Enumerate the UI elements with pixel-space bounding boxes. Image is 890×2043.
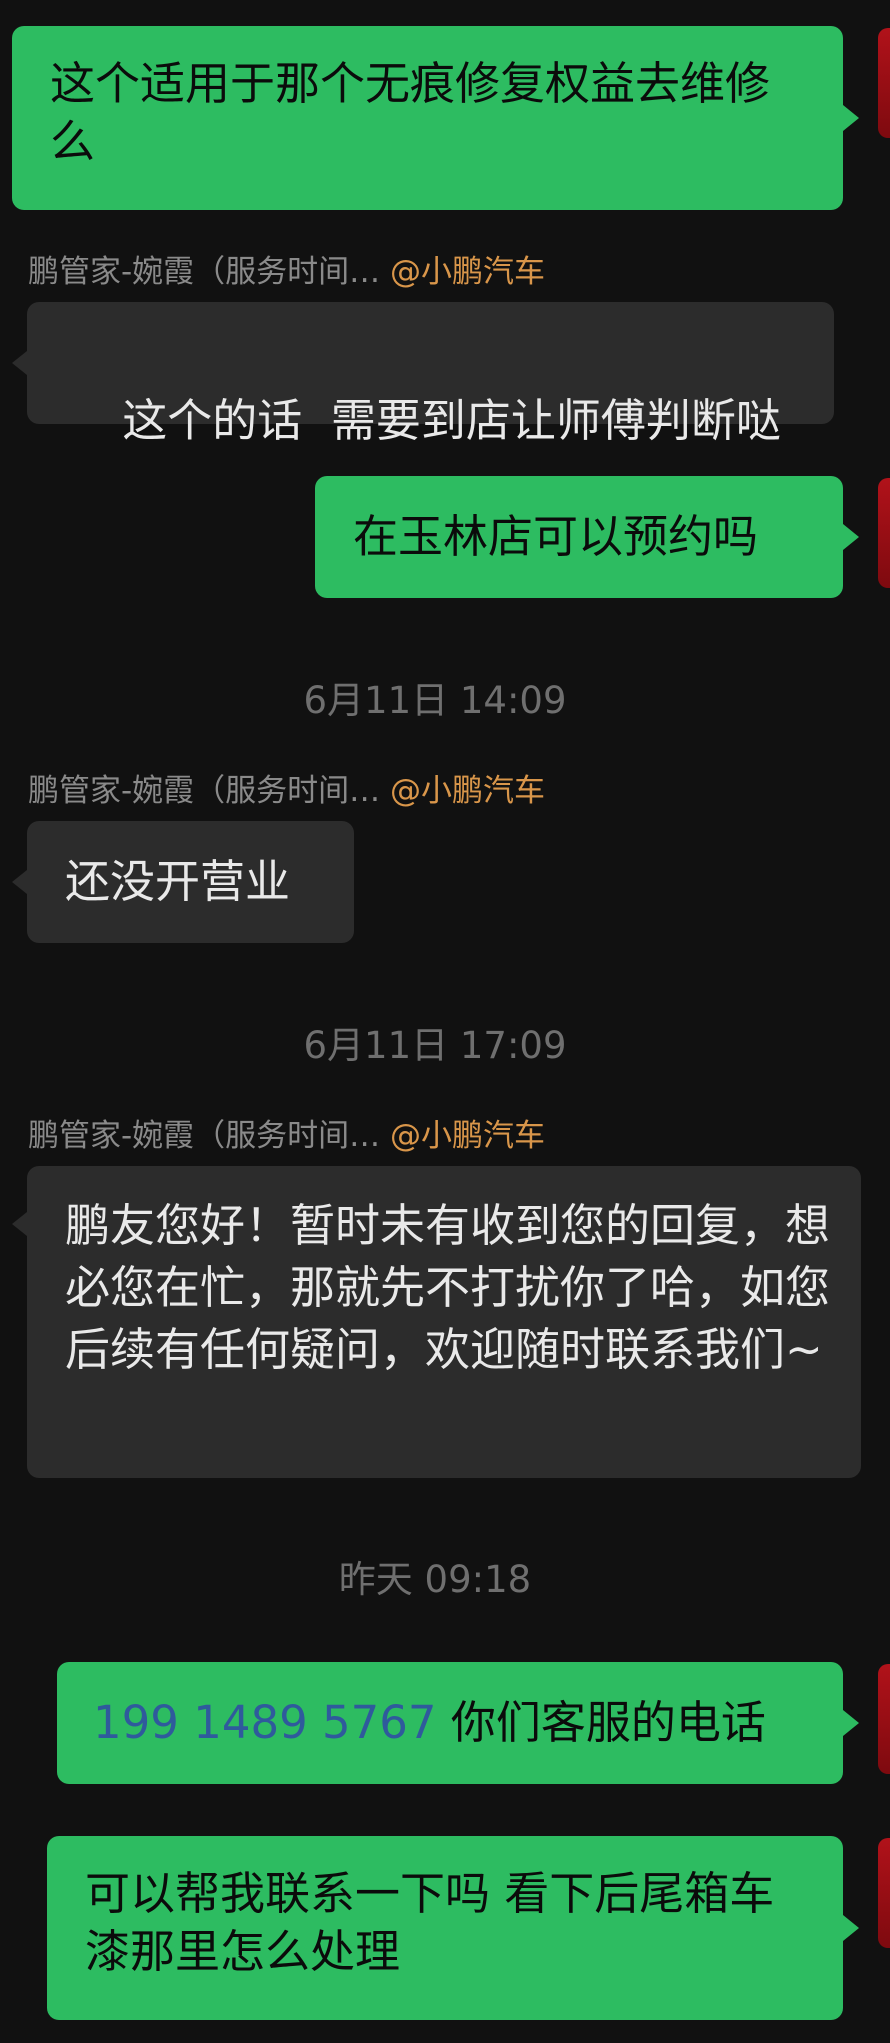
sender-label: 鹏管家-婉霞（服务时间… @小鹏汽车 [28, 771, 545, 811]
message-text: 这个的话 需要到店让师傅判断哒 [122, 394, 781, 447]
timestamp: 昨天 09:18 [338, 1558, 532, 1601]
message-text: 还没开营业 [65, 855, 291, 908]
user-avatar[interactable] [878, 1838, 890, 1948]
sender-org-tag[interactable]: @小鹏汽车 [390, 1118, 545, 1154]
outgoing-message[interactable]: 可以帮我联系一下吗 看下后尾箱车漆那里怎么处理 [47, 1836, 859, 2020]
sender-org-tag[interactable]: @小鹏汽车 [390, 254, 545, 290]
message-text: 在玉林店可以预约吗 [353, 510, 759, 563]
sender-name: 鹏管家-婉霞（服务时间… [28, 1118, 381, 1154]
sender-label: 鹏管家-婉霞（服务时间… @小鹏汽车 [28, 1116, 545, 1156]
outgoing-message[interactable]: 这个适用于那个无痕修复权益去维修么 [12, 26, 859, 210]
sender-name: 鹏管家-婉霞（服务时间… [28, 254, 381, 290]
incoming-message[interactable]: 还没开营业 [12, 821, 354, 943]
sender-name: 鹏管家-婉霞（服务时间… [28, 773, 381, 809]
incoming-message[interactable]: 鹏友您好！暂时未有收到您的回复，想必您在忙，那就先不打扰你了哈，如您后续有任何疑… [12, 1166, 861, 1478]
user-avatar[interactable] [878, 1664, 890, 1774]
message-text: 这个适用于那个无痕修复权益去维修么 [50, 57, 771, 168]
timestamp: 6月11日 14:09 [303, 679, 567, 722]
user-avatar[interactable] [878, 28, 890, 138]
phone-number-link[interactable]: 199 1489 5767 [93, 1696, 437, 1749]
sender-org-tag[interactable]: @小鹏汽车 [390, 773, 545, 809]
user-avatar[interactable] [878, 478, 890, 588]
message-text: 可以帮我联系一下吗 看下后尾箱车漆那里怎么处理 [85, 1867, 775, 1978]
sender-label: 鹏管家-婉霞（服务时间… @小鹏汽车 [28, 252, 545, 292]
outgoing-message[interactable]: 199 1489 5767 你们客服的电话 [57, 1662, 859, 1784]
incoming-message[interactable]: 这个的话 需要到店让师傅判断哒 [12, 302, 834, 447]
chat-thread[interactable]: 这个适用于那个无痕修复权益去维修么 鹏管家-婉霞（服务时间… @小鹏汽车 这个的… [0, 0, 890, 2043]
outgoing-message[interactable]: 在玉林店可以预约吗 [315, 476, 859, 598]
message-text: 鹏友您好！暂时未有收到您的回复，想必您在忙，那就先不打扰你了哈，如您后续有任何疑… [65, 1199, 831, 1376]
timestamp: 6月11日 17:09 [303, 1024, 567, 1067]
message-text: 你们客服的电话 [450, 1696, 766, 1749]
